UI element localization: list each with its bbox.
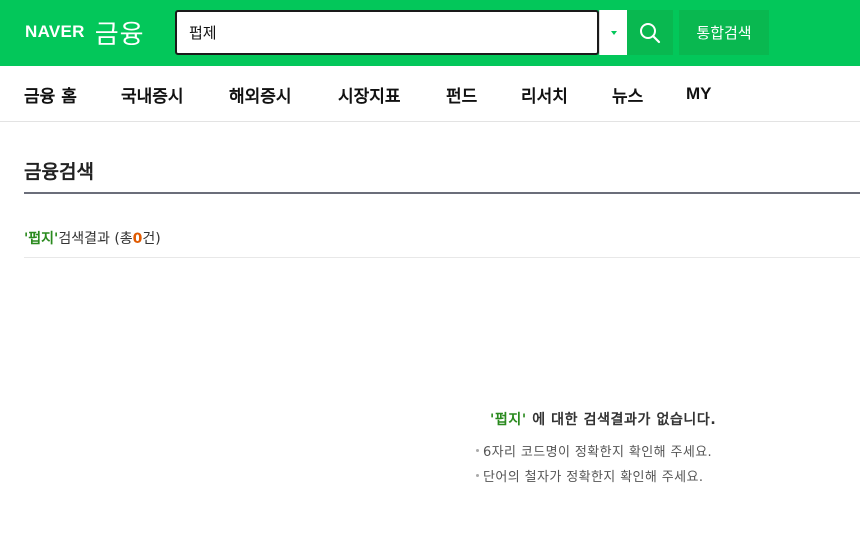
search-button[interactable] (627, 10, 673, 55)
nav-item-news[interactable]: 뉴스 (612, 66, 643, 122)
result-keyword: '펍지' (24, 231, 59, 247)
search-icon (640, 22, 661, 43)
no-result-message: '펍지' 에 대한 검색결과가 없습니다. (490, 409, 716, 429)
hint-text: 단어의 철자가 정확한지 확인해 주세요. (483, 470, 704, 485)
nav-item-market-index[interactable]: 시장지표 (338, 66, 401, 122)
result-divider (24, 257, 860, 258)
bullet-icon (476, 474, 479, 477)
result-label: 검색결과 (총 (58, 231, 133, 247)
nav-item-domestic[interactable]: 국내증시 (121, 66, 184, 122)
nav-item-my[interactable]: MY (686, 66, 712, 122)
no-result-text: 에 대한 검색결과가 없습니다. (526, 412, 717, 428)
autocomplete-toggle-button[interactable] (599, 10, 627, 55)
hint-item: 단어의 철자가 정확한지 확인해 주세요. (476, 466, 703, 485)
section-divider (24, 192, 860, 194)
search-box[interactable] (175, 10, 599, 55)
main-nav: 금융 홈 국내증시 해외증시 시장지표 펀드 리서치 뉴스 MY (0, 66, 860, 122)
nav-item-fund[interactable]: 펀드 (446, 66, 477, 122)
triangle-down-icon (610, 30, 617, 35)
result-count: 0 (132, 231, 143, 247)
result-suffix: 건) (142, 231, 161, 247)
naver-finance-logo[interactable]: NAVER 금융 (25, 14, 145, 50)
hint-item: 6자리 코드명이 정확한지 확인해 주세요. (476, 441, 712, 460)
total-search-button[interactable]: 통합검색 (679, 10, 769, 55)
hint-text: 6자리 코드명이 정확한지 확인해 주세요. (483, 445, 713, 460)
no-result-keyword: '펍지' (490, 412, 527, 428)
bullet-icon (476, 449, 479, 452)
naver-logo[interactable]: NAVER (25, 22, 85, 42)
result-summary: '펍지'검색결과 (총0건) (24, 228, 161, 248)
nav-item-finance-home[interactable]: 금융 홈 (24, 66, 77, 122)
top-header: NAVER 금융 통합검색 (0, 0, 860, 66)
search-input[interactable] (189, 23, 597, 42)
nav-item-research[interactable]: 리서치 (521, 66, 568, 122)
nav-item-overseas[interactable]: 해외증시 (229, 66, 292, 122)
finance-logo[interactable]: 금융 (95, 14, 145, 51)
page-title: 금융검색 (24, 161, 94, 183)
search-bar (175, 10, 673, 55)
